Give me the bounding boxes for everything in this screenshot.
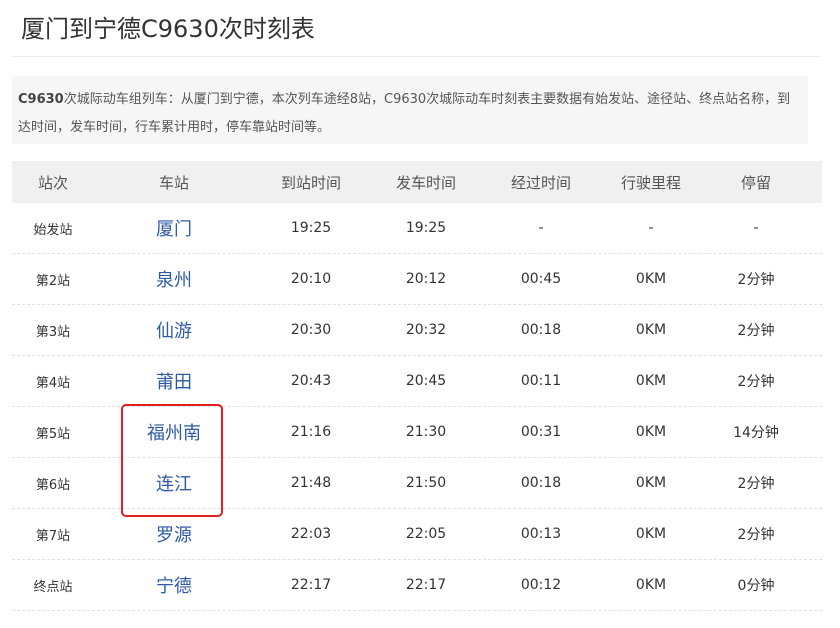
distance: 0KM [635,526,667,542]
stop-order: 第2站 [35,273,71,289]
distance: 0KM [635,373,667,389]
departure-time: 21:50 [405,475,447,491]
station-link[interactable]: 宁德 [94,572,254,598]
stop-order: 第5站 [35,426,71,442]
highlight-box [121,404,223,517]
departure-time: 19:25 [405,220,447,236]
arrival-time: 22:03 [290,526,332,542]
stop-duration: 2分钟 [737,527,775,543]
departure-time: 20:45 [405,373,447,389]
stop-duration: 2分钟 [737,323,775,339]
header-stop-duration: 停留 [740,173,771,192]
distance: 0KM [635,271,667,287]
arrival-time: 19:25 [290,220,332,236]
station-name[interactable]: 莆田 [156,372,192,393]
departure-time: 20:12 [405,271,447,287]
title-divider [12,56,820,57]
timetable-header: 站次 车站 到站时间 发车时间 经过时间 行驶里程 停留 [12,161,822,203]
timetable: 站次 车站 到站时间 发车时间 经过时间 行驶里程 停留 始发站 厦门 19:2… [12,161,822,611]
elapsed-time: 00:12 [520,577,562,593]
stop-order: 终点站 [33,579,73,595]
station-link[interactable]: 厦门 [94,215,254,241]
arrival-time: 20:10 [290,271,332,287]
distance: 0KM [635,322,667,338]
table-row: 终点站 宁德 22:17 22:17 00:12 0KM 0分钟 [12,560,822,611]
stop-order: 第3站 [35,324,71,340]
elapsed-time: 00:13 [520,526,562,542]
departure-time: 22:05 [405,526,447,542]
departure-time: 22:17 [405,577,447,593]
stop-duration: 2分钟 [737,476,775,492]
intro-text: 次城际动车组列车：从厦门到宁德，本次列车途经8站，C9630次城际动车时刻表主要… [18,92,791,135]
arrival-time: 20:43 [290,373,332,389]
header-elapsed: 经过时间 [510,173,571,192]
header-station: 车站 [158,173,189,192]
elapsed-time: 00:11 [520,373,562,389]
distance: 0KM [635,475,667,491]
station-name[interactable]: 厦门 [156,219,192,240]
elapsed-time: 00:18 [520,475,562,491]
station-link[interactable]: 罗源 [94,521,254,547]
distance: 0KM [635,577,667,593]
distance: - [648,220,654,236]
distance: 0KM [635,424,667,440]
table-row: 第2站 泉州 20:10 20:12 00:45 0KM 2分钟 [12,254,822,305]
header-distance: 行驶里程 [620,173,681,192]
header-departure: 发车时间 [395,173,456,192]
elapsed-time: 00:45 [520,271,562,287]
arrival-time: 20:30 [290,322,332,338]
station-link[interactable]: 仙游 [94,317,254,343]
station-name[interactable]: 宁德 [156,576,192,597]
departure-time: 20:32 [405,322,447,338]
table-row: 第4站 莆田 20:43 20:45 00:11 0KM 2分钟 [12,356,822,407]
stop-duration: - [753,220,759,236]
station-link[interactable]: 泉州 [94,266,254,292]
stop-order: 第4站 [35,375,71,391]
stop-order: 第6站 [35,477,71,493]
page-title: 厦门到宁德C9630次时刻表 [21,15,315,43]
station-name[interactable]: 罗源 [156,525,192,546]
stop-duration: 2分钟 [737,272,775,288]
table-row: 始发站 厦门 19:25 19:25 - - - [12,203,822,254]
stop-duration: 0分钟 [737,578,775,594]
intro-train-number: C9630 [18,92,64,107]
elapsed-time: 00:31 [520,424,562,440]
elapsed-time: 00:18 [520,322,562,338]
elapsed-time: - [538,220,544,236]
station-name[interactable]: 泉州 [156,270,192,291]
stop-order: 始发站 [33,222,73,238]
stop-duration: 14分钟 [733,425,779,441]
header-stop-order: 站次 [37,173,68,192]
stop-duration: 2分钟 [737,374,775,390]
departure-time: 21:30 [405,424,447,440]
stop-order: 第7站 [35,528,71,544]
arrival-time: 22:17 [290,577,332,593]
intro-box: C9630次城际动车组列车：从厦门到宁德，本次列车途经8站，C9630次城际动车… [12,76,808,144]
station-name[interactable]: 仙游 [156,321,192,342]
station-link[interactable]: 莆田 [94,368,254,394]
header-arrival: 到站时间 [280,173,341,192]
arrival-time: 21:16 [290,424,332,440]
arrival-time: 21:48 [290,475,332,491]
table-row: 第3站 仙游 20:30 20:32 00:18 0KM 2分钟 [12,305,822,356]
